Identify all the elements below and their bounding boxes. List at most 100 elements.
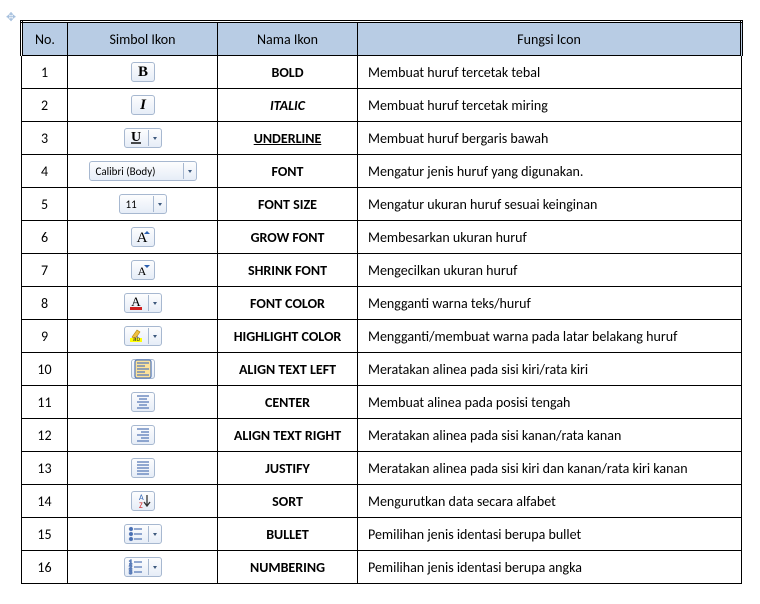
row-symbol	[68, 551, 218, 584]
dropdown-arrow-icon	[148, 295, 161, 311]
row-func: Mengganti warna teks/huruf	[358, 287, 742, 320]
align-right-button[interactable]	[131, 425, 155, 445]
row-func: Mengatur ukuran huruf sesuai keinginan	[358, 188, 742, 221]
row-func: Mengurutkan data secara alfabet	[358, 485, 742, 518]
row-no: 15	[22, 518, 68, 551]
align-right-icon	[135, 426, 151, 444]
dropdown-arrow-icon	[148, 328, 161, 344]
dropdown-arrow-icon	[153, 196, 166, 212]
align-center-icon	[135, 393, 151, 411]
row-symbol	[68, 254, 218, 287]
justify-button[interactable]	[131, 458, 155, 478]
row-name: BOLD	[218, 56, 358, 89]
dropdown-arrow-icon	[148, 130, 161, 146]
row-no: 13	[22, 452, 68, 485]
row-name: ALIGN TEXT RIGHT	[218, 419, 358, 452]
font-size-value: 11	[126, 198, 137, 211]
align-left-icon	[135, 360, 151, 378]
bullet-icon	[128, 525, 144, 543]
highlight-button[interactable]	[124, 326, 162, 346]
row-symbol: Calibri (Body)	[68, 155, 218, 188]
row-no: 6	[22, 221, 68, 254]
underline-button[interactable]	[124, 128, 162, 148]
table-row: 10ALIGN TEXT LEFTMeratakan alinea pada s…	[22, 353, 742, 386]
table-row: 13 JUSTIFYMeratakan alinea pada sisi kiri…	[22, 452, 742, 485]
shrink-font-icon	[135, 261, 151, 279]
table-row: 11CENTERMembuat alinea pada posisi tenga…	[22, 386, 742, 419]
row-symbol	[68, 221, 218, 254]
row-symbol	[68, 122, 218, 155]
bullet-button[interactable]	[124, 524, 162, 544]
sort-icon	[135, 492, 151, 510]
table-row: 2 ITALICMembuat huruf tercetak miring	[22, 89, 742, 122]
row-func: Pemilihan jenis identasi berupa angka	[358, 551, 742, 584]
row-symbol: 11	[68, 188, 218, 221]
row-func: Membuat huruf tercetak tebal	[358, 56, 742, 89]
underline-icon	[128, 129, 144, 147]
highlight-icon	[128, 327, 144, 345]
row-no: 12	[22, 419, 68, 452]
row-func: Membuat huruf tercetak miring	[358, 89, 742, 122]
row-no: 10	[22, 353, 68, 386]
row-no: 14	[22, 485, 68, 518]
header-func: Fungsi Icon	[358, 22, 742, 56]
row-name: FONT	[218, 155, 358, 188]
row-no: 11	[22, 386, 68, 419]
row-func: Mengecilkan ukuran huruf	[358, 254, 742, 287]
row-func: Meratakan alinea pada sisi kiri dan kana…	[358, 452, 742, 485]
row-name: BULLET	[218, 518, 358, 551]
row-symbol	[68, 386, 218, 419]
dropdown-arrow-icon	[148, 559, 161, 575]
header-symbol: Simbol Ikon	[68, 22, 218, 56]
row-no: 1	[22, 56, 68, 89]
sort-button[interactable]	[131, 491, 155, 511]
row-symbol	[68, 419, 218, 452]
row-no: 8	[22, 287, 68, 320]
header-row: No. Simbol Ikon Nama Ikon Fungsi Icon	[22, 22, 742, 56]
align-center-button[interactable]	[131, 392, 155, 412]
row-func: Membuat huruf bergaris bawah	[358, 122, 742, 155]
row-name: JUSTIFY	[218, 452, 358, 485]
row-func: Mengganti/membuat warna pada latar belak…	[358, 320, 742, 353]
row-name: ITALIC	[218, 89, 358, 122]
row-func: Pemilihan jenis identasi berupa bullet	[358, 518, 742, 551]
row-name: NUMBERING	[218, 551, 358, 584]
dropdown-arrow-icon	[148, 526, 161, 542]
row-no: 7	[22, 254, 68, 287]
row-symbol	[68, 518, 218, 551]
table-row: 12 ALIGN TEXT RIGHTMeratakan alinea pada …	[22, 419, 742, 452]
row-symbol	[68, 353, 218, 386]
bold-button[interactable]	[131, 62, 155, 82]
row-name: CENTER	[218, 386, 358, 419]
font-color-button[interactable]	[124, 293, 162, 313]
row-name: HIGHLIGHT COLOR	[218, 320, 358, 353]
row-func: Meratakan alinea pada sisi kanan/rata ka…	[358, 419, 742, 452]
row-func: Meratakan alinea pada sisi kiri/rata kir…	[358, 353, 742, 386]
table-row: 15 BULLETPemilihan jenis identasi berupa …	[22, 518, 742, 551]
row-name: FONT SIZE	[218, 188, 358, 221]
font-combo[interactable]: Calibri (Body)	[89, 161, 197, 181]
row-no: 4	[22, 155, 68, 188]
table-row: 511FONT SIZEMengatur ukuran huruf sesuai…	[22, 188, 742, 221]
table-row: 3 UNDERLINEMembuat huruf bergaris bawah	[22, 122, 742, 155]
row-func: Mengatur jenis huruf yang digunakan.	[358, 155, 742, 188]
font-combo-value: Calibri (Body)	[96, 165, 156, 178]
row-no: 2	[22, 89, 68, 122]
italic-button[interactable]	[131, 95, 155, 115]
table-row: 8 FONT COLORMengganti warna teks/huruf	[22, 287, 742, 320]
align-left-button[interactable]	[131, 359, 155, 379]
table-row: 14 SORTMengurutkan data secara alfabet	[22, 485, 742, 518]
table-row: 1 BOLDMembuat huruf tercetak tebal	[22, 56, 742, 89]
font-size-combo[interactable]: 11	[119, 194, 167, 214]
row-name: UNDERLINE	[218, 122, 358, 155]
justify-icon	[135, 459, 151, 477]
grow-font-button[interactable]	[131, 227, 155, 247]
row-no: 3	[22, 122, 68, 155]
numbering-button[interactable]	[124, 557, 162, 577]
header-no: No.	[22, 22, 68, 56]
row-name: SORT	[218, 485, 358, 518]
shrink-font-button[interactable]	[131, 260, 155, 280]
row-name: FONT COLOR	[218, 287, 358, 320]
grow-font-icon	[135, 228, 151, 246]
row-no: 16	[22, 551, 68, 584]
